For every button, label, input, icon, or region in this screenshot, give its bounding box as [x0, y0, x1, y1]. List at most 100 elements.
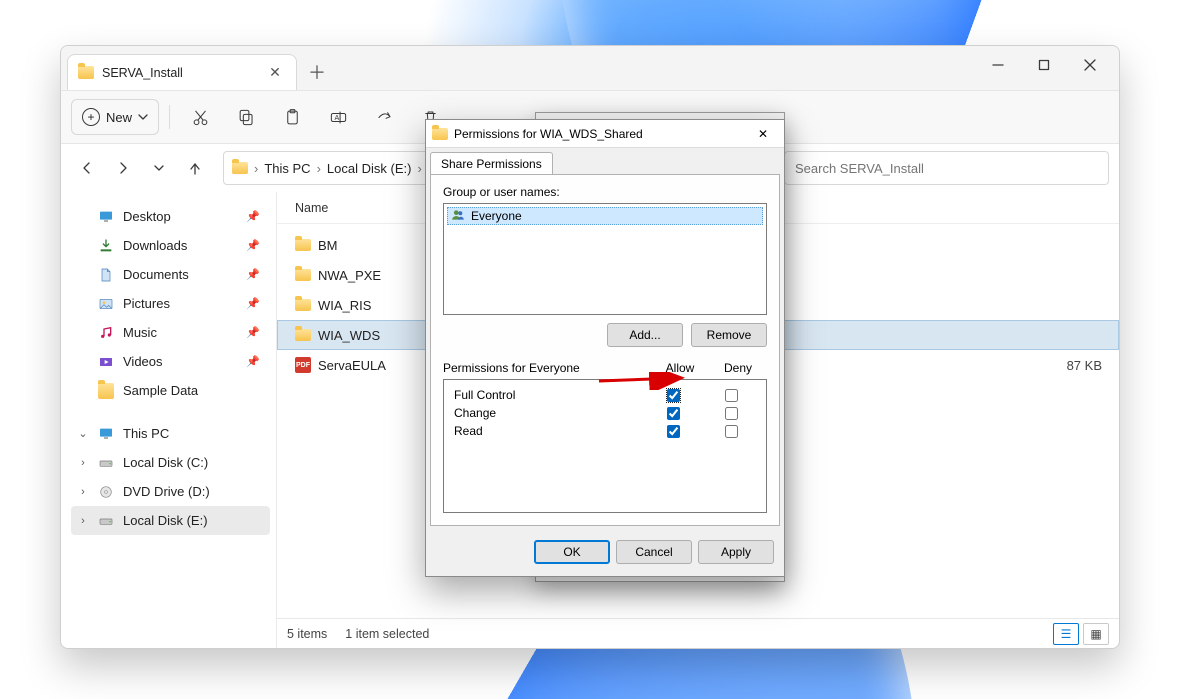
- deny-checkbox[interactable]: [725, 389, 738, 402]
- sidebar-item-sample-data[interactable]: Sample Data: [71, 376, 270, 405]
- column-name[interactable]: Name: [295, 201, 328, 215]
- status-selected: 1 item selected: [345, 627, 429, 641]
- file-name: ServaEULA: [318, 358, 386, 373]
- music-icon: [97, 325, 115, 341]
- allow-checkbox[interactable]: [667, 407, 680, 420]
- folder-icon: [97, 383, 115, 399]
- sidebar-item-pictures[interactable]: Pictures 📌: [71, 289, 270, 318]
- sidebar-item-thispc[interactable]: ⌄ This PC: [71, 419, 270, 448]
- forward-button[interactable]: [107, 152, 139, 184]
- user-name: Everyone: [471, 209, 522, 223]
- remove-button[interactable]: Remove: [691, 323, 767, 347]
- downloads-icon: [97, 238, 115, 254]
- folder-icon: [232, 162, 248, 174]
- deny-checkbox[interactable]: [725, 425, 738, 438]
- file-name: NWA_PXE: [318, 268, 381, 283]
- icons-view-button[interactable]: ▦: [1083, 623, 1109, 645]
- sidebar-item-dvd-drive-d-[interactable]: ›DVD Drive (D:): [71, 477, 270, 506]
- sidebar-item-label: Sample Data: [123, 383, 198, 398]
- folder-icon: [78, 66, 94, 79]
- users-icon: [451, 208, 465, 225]
- ok-button[interactable]: OK: [534, 540, 610, 564]
- search-input[interactable]: [784, 151, 1109, 185]
- window-titlebar[interactable]: SERVA_Install ✕ ＋: [61, 46, 1119, 90]
- sidebar-item-documents[interactable]: Documents 📌: [71, 260, 270, 289]
- cancel-button[interactable]: Cancel: [616, 540, 692, 564]
- user-listbox[interactable]: Everyone: [443, 203, 767, 315]
- permission-label: Read: [450, 424, 644, 438]
- sidebar: Desktop📌Downloads📌Documents📌Pictures📌Mus…: [61, 192, 277, 648]
- user-list-item[interactable]: Everyone: [447, 207, 763, 225]
- plus-icon: +: [82, 108, 100, 126]
- tab-share-permissions[interactable]: Share Permissions: [430, 152, 553, 174]
- chevron-down-icon: [138, 112, 148, 122]
- pin-icon: 📌: [246, 297, 260, 310]
- tab-title: SERVA_Install: [102, 66, 183, 80]
- share-button[interactable]: [364, 99, 404, 135]
- sidebar-item-label: Pictures: [123, 296, 170, 311]
- sidebar-item-label: This PC: [123, 426, 169, 441]
- apply-button[interactable]: Apply: [698, 540, 774, 564]
- monitor-icon: [97, 426, 115, 442]
- sidebar-item-label: DVD Drive (D:): [123, 484, 210, 499]
- group-user-label: Group or user names:: [443, 185, 767, 199]
- new-tab-button[interactable]: ＋: [297, 54, 337, 90]
- file-name: BM: [318, 238, 338, 253]
- dialog-close-button[interactable]: ✕: [748, 123, 778, 145]
- documents-icon: [97, 267, 115, 283]
- new-button[interactable]: + New: [71, 99, 159, 135]
- sidebar-item-videos[interactable]: Videos 📌: [71, 347, 270, 376]
- allow-checkbox[interactable]: [667, 425, 680, 438]
- allow-checkbox[interactable]: [667, 389, 680, 402]
- permission-row: Change: [450, 404, 760, 422]
- chevron-right-icon: ›: [77, 457, 89, 469]
- details-view-button[interactable]: ☰: [1053, 623, 1079, 645]
- breadcrumb-segment[interactable]: Local Disk (E:): [327, 161, 412, 176]
- window-tab[interactable]: SERVA_Install ✕: [67, 54, 297, 90]
- pin-icon: 📌: [246, 326, 260, 339]
- permissions-dialog: Permissions for WIA_WDS_Shared ✕ Share P…: [425, 119, 785, 577]
- sidebar-item-label: Desktop: [123, 209, 171, 224]
- sidebar-item-label: Music: [123, 325, 157, 340]
- status-bar: 5 items 1 item selected ☰ ▦: [277, 618, 1119, 648]
- cut-button[interactable]: [180, 99, 220, 135]
- up-button[interactable]: [179, 152, 211, 184]
- file-size: 87 KB: [1067, 358, 1102, 373]
- recent-locations-button[interactable]: [143, 152, 175, 184]
- sidebar-item-local-disk-c-[interactable]: ›Local Disk (C:): [71, 448, 270, 477]
- chevron-right-icon: ›: [77, 515, 89, 527]
- window-minimize-button[interactable]: [975, 50, 1021, 80]
- deny-column-label: Deny: [709, 361, 767, 375]
- sidebar-item-label: Videos: [123, 354, 163, 369]
- sidebar-item-label: Documents: [123, 267, 189, 282]
- videos-icon: [97, 354, 115, 370]
- file-name: WIA_RIS: [318, 298, 371, 313]
- desktop-icon: [97, 209, 115, 225]
- rename-button[interactable]: A: [318, 99, 358, 135]
- permission-label: Change: [450, 406, 644, 420]
- dialog-titlebar[interactable]: Permissions for WIA_WDS_Shared ✕: [426, 120, 784, 148]
- tab-close-button[interactable]: ✕: [264, 62, 286, 84]
- copy-button[interactable]: [226, 99, 266, 135]
- pictures-icon: [97, 296, 115, 312]
- pin-icon: 📌: [246, 268, 260, 281]
- paste-button[interactable]: [272, 99, 312, 135]
- pin-icon: 📌: [246, 355, 260, 368]
- window-close-button[interactable]: [1067, 50, 1113, 80]
- breadcrumb-segment[interactable]: This PC: [264, 161, 310, 176]
- sidebar-item-music[interactable]: Music 📌: [71, 318, 270, 347]
- pdf-icon: PDF: [295, 357, 311, 373]
- sidebar-item-local-disk-e-[interactable]: ›Local Disk (E:): [71, 506, 270, 535]
- window-maximize-button[interactable]: [1021, 50, 1067, 80]
- add-button[interactable]: Add...: [607, 323, 683, 347]
- pin-icon: 📌: [246, 210, 260, 223]
- svg-text:A: A: [334, 113, 339, 121]
- allow-column-label: Allow: [651, 361, 709, 375]
- folder-icon: [432, 128, 448, 140]
- back-button[interactable]: [71, 152, 103, 184]
- sidebar-item-desktop[interactable]: Desktop 📌: [71, 202, 270, 231]
- folder-icon: [295, 269, 311, 281]
- sidebar-item-downloads[interactable]: Downloads📌: [71, 231, 270, 260]
- deny-checkbox[interactable]: [725, 407, 738, 420]
- sidebar-item-label: Downloads: [123, 238, 187, 253]
